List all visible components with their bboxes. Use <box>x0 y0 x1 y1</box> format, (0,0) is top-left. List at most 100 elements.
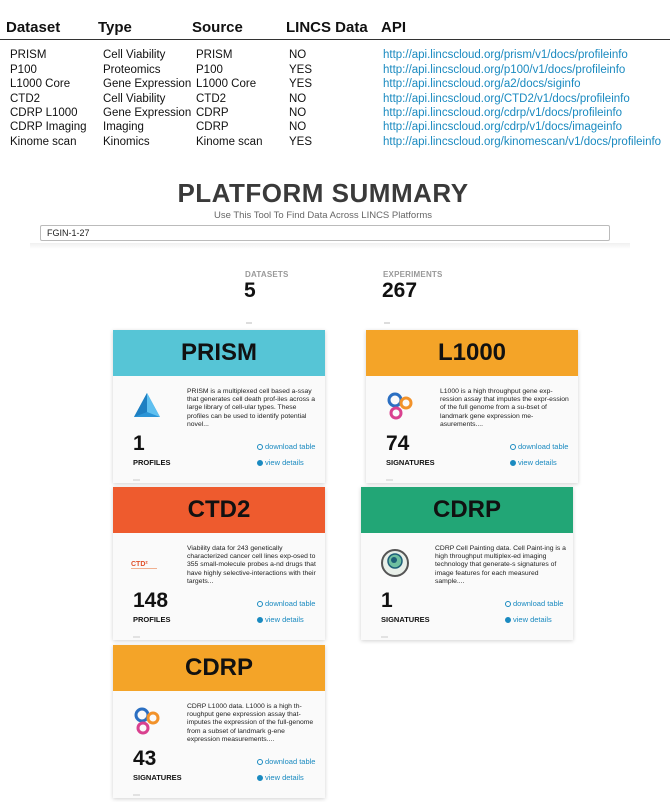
cell-dataset: PRISM <box>10 49 47 61</box>
cell-painting-icon <box>381 549 409 577</box>
chevron-right-icon <box>505 617 511 623</box>
card-body: CTD² Viability data for 243 genetically … <box>113 533 325 640</box>
experiments-count: 267 <box>382 279 418 302</box>
card-header[interactable]: CDRP <box>113 645 325 691</box>
api-link[interactable]: http://api.lincscloud.org/p100/v1/docs/p… <box>383 64 625 76</box>
header-api: API <box>381 19 407 36</box>
card-footer-mark <box>133 479 140 481</box>
api-link[interactable]: http://api.lincscloud.org/a2/docs/siginf… <box>383 78 581 90</box>
api-link[interactable]: http://api.lincscloud.org/CTD2/v1/docs/p… <box>383 93 630 105</box>
download-icon <box>257 759 263 765</box>
api-link[interactable]: http://api.lincscloud.org/cdrp/v1/docs/p… <box>383 107 622 119</box>
cell-type: Gene Expression <box>103 107 192 119</box>
download-label: download table <box>513 599 564 608</box>
search-shadow <box>30 243 630 249</box>
cell-dataset: CDRP Imaging <box>10 121 87 133</box>
card-unit: SIGNATURES <box>381 615 430 624</box>
cell-lincs-data: NO <box>289 93 307 105</box>
table-row: CDRP L1000 Gene Expression CDRP NO http:… <box>0 107 670 121</box>
card-header[interactable]: CDRP <box>361 487 573 533</box>
table-row: Kinome scan Kinomics Kinome scan YES htt… <box>0 136 670 150</box>
chevron-right-icon <box>257 460 263 466</box>
cell-source: PRISM <box>196 49 233 61</box>
datasets-count: 5 <box>244 279 256 302</box>
download-table-link[interactable]: download table <box>505 599 563 608</box>
cell-source: L1000 Core <box>196 78 257 90</box>
cell-dataset: L1000 Core <box>10 78 71 90</box>
cell-lincs-data: YES <box>289 64 313 76</box>
cell-type: Kinomics <box>103 136 150 148</box>
card-title: CDRP <box>184 654 253 681</box>
card-description: CDRP Cell Painting data. Cell Paint-ing … <box>435 545 566 585</box>
card-description: L1000 is a high throughput gene exp-ress… <box>440 388 569 428</box>
chevron-right-icon <box>510 460 516 466</box>
cell-type: Gene Expression <box>103 78 192 90</box>
api-table-header: Dataset Type Source LINCS Data API <box>0 17 670 40</box>
svg-text:CTD²: CTD² <box>131 561 148 568</box>
download-icon <box>505 601 511 607</box>
table-row: PRISM Cell Viability PRISM NO http://api… <box>0 49 670 63</box>
cell-dataset: CDRP L1000 <box>10 107 78 119</box>
view-details-link[interactable]: view details <box>257 458 304 467</box>
platform-card-cdrp-imaging: CDRP CDRP Cell Painting data. Cell Paint… <box>361 487 573 640</box>
api-link[interactable]: http://api.lincscloud.org/cdrp/v1/docs/i… <box>383 121 622 133</box>
cell-lincs-data: YES <box>289 136 313 148</box>
platform-card-cdrp-l1000: CDRP CDRP L1000 data. L1000 is a high th… <box>113 645 325 798</box>
card-body: L1000 is a high throughput gene exp-ress… <box>366 376 578 483</box>
ctd2-logo-icon: CTD² <box>131 561 157 569</box>
card-footer-mark <box>386 479 393 481</box>
experiments-label: EXPERIMENTS <box>383 270 443 279</box>
cell-lincs-data: NO <box>289 107 307 119</box>
view-details-link[interactable]: view details <box>257 773 304 782</box>
table-row: L1000 Core Gene Expression L1000 Core YE… <box>0 78 670 92</box>
card-header[interactable]: PRISM <box>113 330 325 376</box>
header-type: Type <box>98 19 132 36</box>
table-row: CTD2 Cell Viability CTD2 NO http://api.l… <box>0 93 670 107</box>
cell-source: Kinome scan <box>196 136 263 148</box>
card-count: 1 <box>381 589 393 612</box>
page-title: PLATFORM SUMMARY <box>177 178 469 208</box>
divider <box>384 322 390 324</box>
card-unit: PROFILES <box>133 615 171 624</box>
card-title: L1000 <box>437 339 507 366</box>
view-details-label: view details <box>265 773 304 782</box>
api-link[interactable]: http://api.lincscloud.org/kinomescan/v1/… <box>383 136 661 148</box>
download-icon <box>257 444 263 450</box>
download-table-link[interactable]: download table <box>257 757 315 766</box>
card-title: PRISM <box>180 339 257 366</box>
card-footer-mark <box>133 636 140 638</box>
card-unit: SIGNATURES <box>133 773 182 782</box>
card-body: PRISM is a multiplexed cell based a-ssay… <box>113 376 325 483</box>
card-count: 1 <box>133 432 145 455</box>
card-description: CDRP L1000 data. L1000 is a high th-roug… <box>187 703 314 743</box>
cell-lincs-data: NO <box>289 49 307 61</box>
download-label: download table <box>265 599 316 608</box>
cell-source: P100 <box>196 64 223 76</box>
card-header[interactable]: L1000 <box>366 330 578 376</box>
card-title: CDRP <box>432 496 501 523</box>
cell-dataset: CTD2 <box>10 93 41 105</box>
cell-type: Cell Viability <box>103 49 166 61</box>
divider <box>246 322 252 324</box>
view-details-link[interactable]: view details <box>505 615 552 624</box>
platform-card-ctd2: CTD2 CTD² Viability data for 243 genetic… <box>113 487 325 640</box>
download-icon <box>257 601 263 607</box>
card-unit: PROFILES <box>133 458 171 467</box>
view-details-label: view details <box>265 615 304 624</box>
page-subtitle: Use This Tool To Find Data Across LINCS … <box>213 210 433 221</box>
view-details-link[interactable]: view details <box>257 615 304 624</box>
view-details-label: view details <box>513 615 552 624</box>
api-link[interactable]: http://api.lincscloud.org/prism/v1/docs/… <box>383 49 628 61</box>
cell-source: CDRP <box>196 107 229 119</box>
cell-lincs-data: YES <box>289 78 313 90</box>
cell-source: CTD2 <box>196 93 227 105</box>
card-body: CDRP L1000 data. L1000 is a high th-roug… <box>113 691 325 798</box>
download-table-link[interactable]: download table <box>257 442 315 451</box>
card-header[interactable]: CTD2 <box>113 487 325 533</box>
download-table-link[interactable]: download table <box>257 599 315 608</box>
header-lincs-data: LINCS Data <box>286 19 368 36</box>
download-icon <box>510 444 516 450</box>
view-details-link[interactable]: view details <box>510 458 557 467</box>
search-input[interactable] <box>40 225 610 241</box>
download-table-link[interactable]: download table <box>510 442 568 451</box>
